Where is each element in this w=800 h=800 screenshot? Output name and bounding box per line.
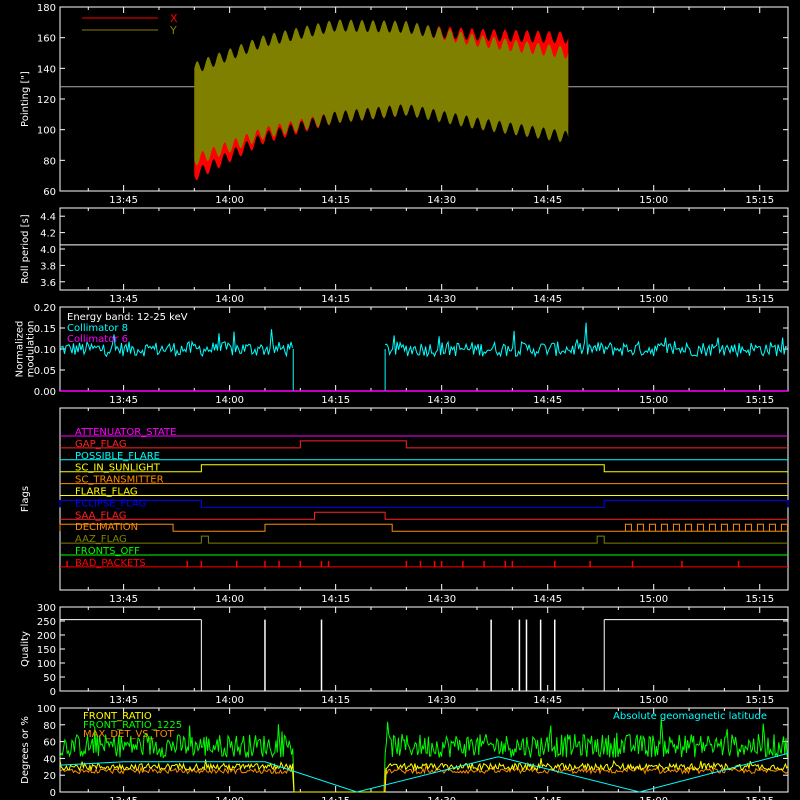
- y-tick-label: 300: [37, 603, 56, 614]
- y-tick-label: 250: [37, 617, 56, 628]
- y-tick-label: 120: [37, 95, 56, 106]
- y-tick-label: 100: [37, 126, 56, 137]
- y-axis-label: Pointing ["]: [20, 71, 31, 127]
- y-tick-label: 80: [43, 156, 56, 167]
- y-tick-label: 0.10: [34, 345, 56, 356]
- time-tick-label: 15:15: [745, 294, 774, 305]
- y-tick-label: 3.6: [40, 278, 56, 289]
- time-tick-label: 14:45: [533, 695, 562, 706]
- time-tick-label: 13:45: [109, 294, 138, 305]
- y-tick-label: 80: [43, 721, 56, 732]
- y-axis-label: Quality: [20, 631, 31, 667]
- y-tick-label: 4.0: [40, 245, 56, 256]
- y-tick-label: 180: [37, 3, 56, 14]
- y-tick-label: 60: [43, 187, 56, 198]
- y-tick-label: 0.00: [34, 387, 56, 398]
- time-tick-label: 15:15: [745, 395, 774, 406]
- y-tick-label: 20: [43, 771, 56, 782]
- time-tick-label: 14:45: [533, 195, 562, 206]
- time-tick-label: 14:15: [321, 195, 350, 206]
- y-tick-label: 0: [50, 788, 56, 799]
- time-tick-label: 14:30: [427, 695, 456, 706]
- time-tick-label: 14:00: [215, 796, 244, 800]
- y-axis-label: Degrees or %: [20, 716, 31, 784]
- time-tick-label: 15:15: [745, 594, 774, 605]
- y-tick-label: 0: [50, 687, 56, 698]
- modulation-legend-entry: Collimator 6: [67, 334, 128, 345]
- time-tick-label: 14:30: [427, 195, 456, 206]
- degrees-legend-entry: MAX_DET_VS_TOT: [83, 729, 175, 740]
- legend-label-y: Y: [169, 24, 177, 37]
- time-tick-label: 13:45: [109, 195, 138, 206]
- time-tick-label: 15:00: [639, 695, 668, 706]
- y-tick-label: 0.20: [34, 303, 56, 314]
- time-tick-label: 13:45: [109, 695, 138, 706]
- modulation-legend-entry: Collimator 8: [67, 323, 128, 334]
- y-tick-label: 4.4: [40, 212, 56, 223]
- time-tick-label: 14:30: [427, 796, 456, 800]
- time-tick-label: 14:00: [215, 195, 244, 206]
- time-tick-label: 15:15: [745, 796, 774, 800]
- time-tick-label: 15:00: [639, 594, 668, 605]
- time-tick-label: 15:00: [639, 395, 668, 406]
- time-tick-label: 13:45: [109, 395, 138, 406]
- time-tick-label: 14:15: [321, 695, 350, 706]
- time-tick-label: 14:45: [533, 294, 562, 305]
- y-tick-label: 0.15: [34, 324, 56, 335]
- time-tick-label: 14:15: [321, 594, 350, 605]
- time-tick-label: 15:00: [639, 796, 668, 800]
- degrees-legend-entry: Absolute geomagnetic latitude: [613, 711, 767, 722]
- y-tick-label: 50: [43, 673, 56, 684]
- time-tick-label: 14:00: [215, 294, 244, 305]
- rhessi-summary-chart: 13:45 14:00 14:15 14:30 14:45 15:00 15:15 60 80 1…: [0, 0, 800, 800]
- time-tick-label: 14:15: [321, 395, 350, 406]
- y-tick-label: 4.2: [40, 229, 56, 240]
- time-tick-label: 14:45: [533, 594, 562, 605]
- y-tick-label: 3.8: [40, 261, 56, 272]
- y-axis-label: Normalized: [15, 321, 26, 378]
- y-axis-label: modulation: [26, 321, 37, 378]
- time-tick-label: 13:45: [109, 796, 138, 800]
- time-tick-label: 14:30: [427, 594, 456, 605]
- y-tick-label: 100: [37, 659, 56, 670]
- time-tick-label: 14:45: [533, 395, 562, 406]
- time-tick-label: 15:00: [639, 195, 668, 206]
- time-tick-label: 14:00: [215, 395, 244, 406]
- modulation-legend-entry: Energy band: 12-25 keV: [67, 312, 188, 323]
- time-tick-label: 14:30: [427, 294, 456, 305]
- y-tick-label: 140: [37, 64, 56, 75]
- y-tick-label: 100: [37, 704, 56, 715]
- y-tick-label: 200: [37, 631, 56, 642]
- time-tick-label: 15:15: [745, 195, 774, 206]
- time-tick-label: 14:00: [215, 594, 244, 605]
- time-tick-label: 15:00: [639, 294, 668, 305]
- time-tick-label: 14:15: [321, 294, 350, 305]
- time-tick-label: 15:15: [745, 695, 774, 706]
- y-tick-label: 150: [37, 645, 56, 656]
- time-tick-label: 13:45: [109, 594, 138, 605]
- time-tick-label: 14:30: [427, 395, 456, 406]
- y-tick-label: 160: [37, 34, 56, 45]
- time-tick-label: 14:00: [215, 695, 244, 706]
- time-tick-label: 14:15: [321, 796, 350, 800]
- time-tick-label: 14:45: [533, 796, 562, 800]
- y-axis-label: Roll period [s]: [20, 214, 31, 283]
- y-tick-label: 0.05: [34, 366, 56, 377]
- y-axis-label: Flags: [20, 486, 31, 512]
- y-tick-label: 40: [43, 754, 56, 765]
- y-tick-label: 60: [43, 738, 56, 749]
